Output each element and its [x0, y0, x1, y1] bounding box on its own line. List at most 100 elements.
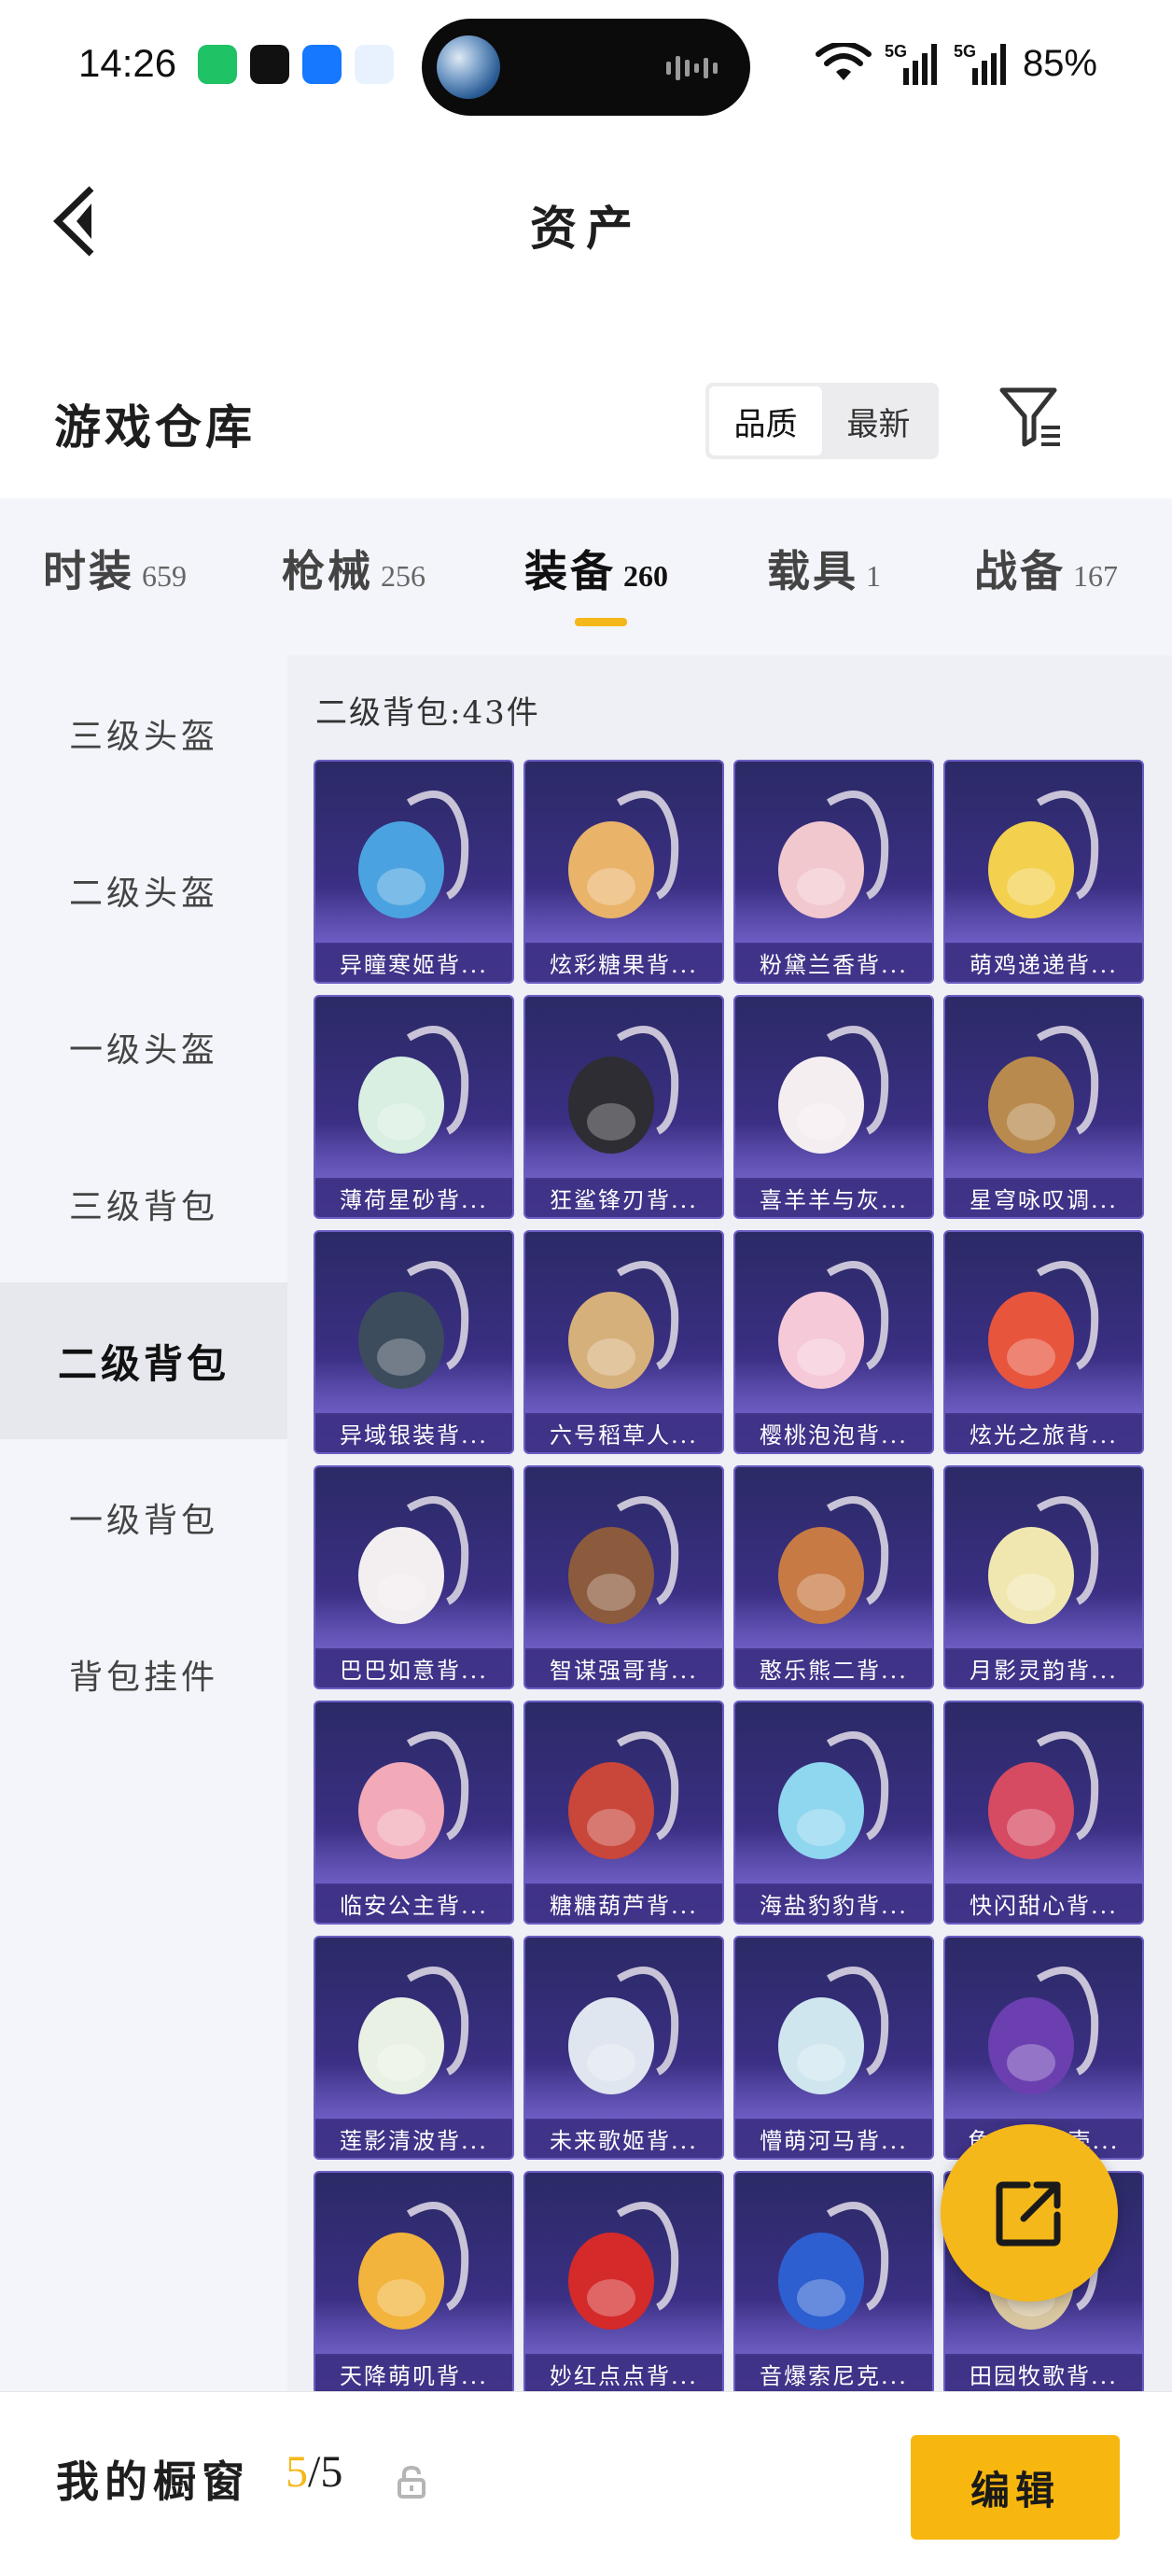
- item-card[interactable]: 音爆索尼克...: [733, 2171, 934, 2391]
- sidebar-item-backpack-pendant[interactable]: 背包挂件: [0, 1596, 287, 1753]
- backpack-icon: [358, 1967, 469, 2094]
- item-card[interactable]: 快闪甜心背...: [943, 1701, 1144, 1925]
- backpack-icon: [778, 1731, 889, 1859]
- item-card[interactable]: 喜羊羊与灰...: [733, 995, 934, 1219]
- share-external-icon: [996, 2181, 1061, 2247]
- item-card[interactable]: 六号稻草人...: [523, 1230, 724, 1454]
- backpack-icon: [778, 1967, 889, 2094]
- backpack-icon: [358, 1261, 469, 1389]
- item-card[interactable]: 临安公主背...: [314, 1701, 514, 1925]
- item-card[interactable]: 懵萌河马背...: [733, 1936, 934, 2160]
- item-name: 田园牧歌背...: [945, 2354, 1142, 2391]
- backpack-icon: [358, 2202, 469, 2330]
- share-button[interactable]: [941, 2124, 1118, 2302]
- item-name: 智谋强哥背...: [525, 1648, 722, 1687]
- backpack-icon: [778, 1026, 889, 1154]
- item-card[interactable]: 糖糖葫芦背...: [523, 1701, 724, 1925]
- item-card[interactable]: 狂鲨锋刃背...: [523, 995, 724, 1219]
- item-card[interactable]: 天降萌叽背...: [314, 2171, 514, 2391]
- signal-icon-2: 5G: [954, 42, 1006, 85]
- tab-firearms[interactable]: 枪械 256: [282, 538, 426, 599]
- earth-icon: [437, 35, 500, 99]
- item-name: 喜羊羊与灰...: [735, 1178, 932, 1217]
- item-count-label: 二级背包:43件: [315, 694, 540, 732]
- category-tabs: 时装 659 枪械 256 装备 260 载具 1 战备 167: [0, 498, 1172, 655]
- item-card[interactable]: 薄荷星砂背...: [314, 995, 514, 1219]
- audio-wave-icon: [666, 56, 718, 80]
- wechat-icon: [198, 45, 237, 84]
- bottom-bar: 我的橱窗 5/5 编辑: [0, 2391, 1172, 2576]
- item-card[interactable]: 樱桃泡泡背...: [733, 1230, 934, 1454]
- sidebar-item-lv3-backpack[interactable]: 三级背包: [0, 1126, 287, 1282]
- item-card[interactable]: 智谋强哥背...: [523, 1465, 724, 1689]
- item-name: 薄荷星砂背...: [315, 1178, 512, 1217]
- sidebar: 三级头盔 二级头盔 一级头盔 三级背包 二级背包 一级背包 背包挂件: [0, 655, 287, 2391]
- item-name: 萌鸡递递背...: [945, 943, 1142, 982]
- item-name: 憨乐熊二背...: [735, 1648, 932, 1687]
- item-name: 海盐豹豹背...: [735, 1883, 932, 1923]
- item-name: 异瞳寒姬背...: [315, 943, 512, 982]
- backpack-icon: [358, 1496, 469, 1624]
- item-card[interactable]: 萌鸡递递背...: [943, 760, 1144, 984]
- item-name: 星穹咏叹调...: [945, 1178, 1142, 1217]
- tab-equipment[interactable]: 装备 260: [524, 538, 668, 599]
- item-name: 莲影清波背...: [315, 2119, 512, 2158]
- item-card[interactable]: 异域银装背...: [314, 1230, 514, 1454]
- edit-button[interactable]: 编辑: [911, 2435, 1120, 2540]
- item-name: 妙红点点背...: [525, 2354, 722, 2391]
- backpack-icon: [358, 791, 469, 918]
- item-name: 未来歌姬背...: [525, 2119, 722, 2158]
- signal-icon: 5G: [885, 42, 937, 85]
- sidebar-item-lv1-helmet[interactable]: 一级头盔: [0, 969, 287, 1126]
- sidebar-item-lv3-helmet[interactable]: 三级头盔: [0, 655, 287, 812]
- alipay-icon: [302, 45, 342, 84]
- tab-fashion[interactable]: 时装 659: [43, 538, 187, 599]
- sort-newest-button[interactable]: 最新: [822, 386, 935, 455]
- item-card[interactable]: 粉黛兰香背...: [733, 760, 934, 984]
- sidebar-item-lv2-backpack[interactable]: 二级背包: [0, 1282, 287, 1439]
- page-title: 资产: [530, 201, 642, 256]
- backpack-icon: [568, 1967, 679, 2094]
- item-card[interactable]: 莲影清波背...: [314, 1936, 514, 2160]
- item-name: 六号稻草人...: [525, 1413, 722, 1452]
- showcase-count: 5/5: [286, 2446, 342, 2498]
- backpack-icon: [988, 1967, 1099, 2094]
- backpack-icon: [778, 1496, 889, 1624]
- item-name: 炫光之旅背...: [945, 1413, 1142, 1452]
- filter-icon[interactable]: [998, 385, 1064, 450]
- item-card[interactable]: 憨乐熊二背...: [733, 1465, 934, 1689]
- item-name: 巴巴如意背...: [315, 1648, 512, 1687]
- backpack-icon: [568, 791, 679, 918]
- item-card[interactable]: 炫光之旅背...: [943, 1230, 1144, 1454]
- item-card[interactable]: 未来歌姬背...: [523, 1936, 724, 2160]
- item-name: 音爆索尼克...: [735, 2354, 932, 2391]
- sidebar-item-lv1-backpack[interactable]: 一级背包: [0, 1439, 287, 1596]
- warehouse-title: 游戏仓库: [54, 399, 256, 455]
- item-card[interactable]: 巴巴如意背...: [314, 1465, 514, 1689]
- item-name: 月影灵韵背...: [945, 1648, 1142, 1687]
- backpack-icon: [988, 1026, 1099, 1154]
- sort-quality-button[interactable]: 品质: [709, 386, 822, 455]
- item-card[interactable]: 海盐豹豹背...: [733, 1701, 934, 1925]
- lock-icon[interactable]: [396, 2465, 427, 2499]
- backpack-icon: [358, 1026, 469, 1154]
- tab-supplies[interactable]: 战备 167: [974, 538, 1118, 599]
- backpack-icon: [778, 791, 889, 918]
- tab-vehicles[interactable]: 载具 1: [767, 538, 881, 599]
- item-name: 懵萌河马背...: [735, 2119, 932, 2158]
- item-card[interactable]: 妙红点点背...: [523, 2171, 724, 2391]
- showcase-label: 我的橱窗: [56, 2457, 250, 2507]
- backpack-icon: [988, 1496, 1099, 1624]
- backpack-icon: [988, 1261, 1099, 1389]
- battery-level: 85%: [1022, 42, 1097, 84]
- item-name: 狂鲨锋刃背...: [525, 1178, 722, 1217]
- item-name: 樱桃泡泡背...: [735, 1413, 932, 1452]
- item-card[interactable]: 炫彩糖果背...: [523, 760, 724, 984]
- sidebar-item-lv2-helmet[interactable]: 二级头盔: [0, 812, 287, 969]
- item-name: 天降萌叽背...: [315, 2354, 512, 2391]
- backpack-icon: [568, 2202, 679, 2330]
- item-card[interactable]: 异瞳寒姬背...: [314, 760, 514, 984]
- item-card[interactable]: 星穹咏叹调...: [943, 995, 1144, 1219]
- item-name: 糖糖葫芦背...: [525, 1883, 722, 1923]
- item-card[interactable]: 月影灵韵背...: [943, 1465, 1144, 1689]
